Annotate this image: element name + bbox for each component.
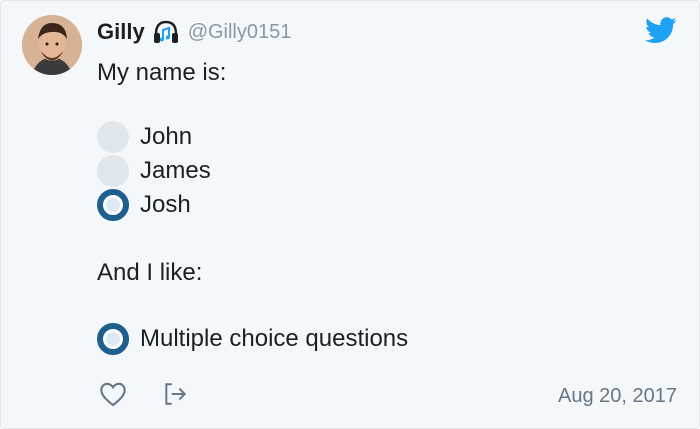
radio-selected[interactable] <box>97 189 129 221</box>
poll-option-james[interactable]: James <box>97 154 211 188</box>
option-label: James <box>140 157 211 184</box>
poll-option-multiple-choice[interactable]: Multiple choice questions <box>97 322 408 356</box>
tweet-like-text: And I like: <box>97 259 203 286</box>
option-label: Multiple choice questions <box>140 325 409 352</box>
author-handle[interactable]: @Gilly0151 <box>188 21 292 44</box>
action-bar <box>97 378 191 410</box>
author-row: Gilly @Gilly0151 <box>97 15 291 49</box>
radio-selected[interactable] <box>97 323 129 355</box>
author-name[interactable]: Gilly <box>97 19 145 45</box>
radio-unselected[interactable] <box>97 121 129 153</box>
poll-option-john[interactable]: John <box>97 120 192 154</box>
tweet-date[interactable]: Aug 20, 2017 <box>558 385 677 408</box>
tweet-intro-text: My name is: <box>97 59 227 86</box>
tweet-card: Gilly @Gilly0151 My name is: John James … <box>0 0 700 429</box>
share-icon[interactable] <box>159 378 191 410</box>
radio-unselected[interactable] <box>97 155 129 187</box>
option-label: John <box>140 123 193 150</box>
heart-icon[interactable] <box>97 378 129 410</box>
headphones-icon <box>152 19 180 45</box>
poll-option-josh[interactable]: Josh <box>97 188 191 222</box>
twitter-bird-icon[interactable] <box>645 17 677 49</box>
avatar[interactable] <box>22 15 82 75</box>
option-label: Josh <box>140 191 191 218</box>
